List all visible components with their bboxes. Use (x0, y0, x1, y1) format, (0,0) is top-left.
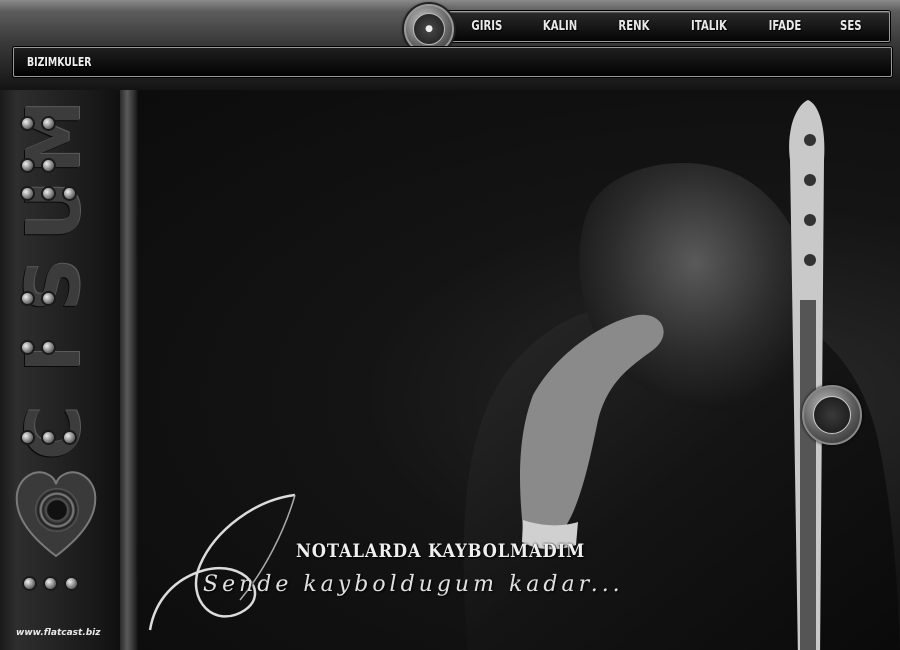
rivet-row (22, 342, 54, 353)
rivet-icon (22, 118, 33, 129)
rivet-icon (43, 160, 54, 171)
rivet-icon (43, 293, 54, 304)
rivet-row (22, 188, 75, 199)
rivet-icon (43, 432, 54, 443)
rivet-row (22, 432, 75, 443)
speaker-heart-icon (13, 466, 99, 560)
rivet-row (22, 118, 54, 129)
rivet-icon (64, 432, 75, 443)
rivet-icon (43, 188, 54, 199)
banner-subtitle: Sende kayboldugum kadar... (203, 572, 624, 597)
breadcrumb: BIZIMKULER (13, 47, 892, 77)
logo-badge-inner: ● (413, 13, 445, 45)
rivet-row (22, 293, 54, 304)
rivet-icon (66, 578, 77, 589)
breadcrumb-link[interactable]: BIZIMKULER (27, 55, 91, 69)
rivet-icon (43, 118, 54, 129)
guitar-neck (789, 100, 825, 650)
rivet-icon (45, 578, 56, 589)
menu-item-ifade[interactable]: IFADE (768, 19, 801, 34)
flourish-icon (148, 493, 296, 631)
menu-item-giris[interactable]: GIRIS (471, 19, 502, 34)
music-letters: M U S I C (11, 100, 97, 460)
rivet-row (24, 578, 77, 589)
rivet-icon (22, 432, 33, 443)
watermark-badge-inner (813, 396, 851, 434)
menu-item-kalin[interactable]: KALIN (543, 19, 577, 34)
menu-item-renk[interactable]: RENK (619, 19, 650, 34)
rivet-icon (22, 188, 33, 199)
credit-link[interactable]: www.flatcast.biz (16, 628, 101, 638)
rivet-icon (22, 160, 33, 171)
rivet-icon (64, 188, 75, 199)
rivet-row (22, 160, 54, 171)
banner-title: NOTALARDA KAYBOLMADIM (296, 540, 586, 562)
rivet-icon (22, 342, 33, 353)
menu-item-italik[interactable]: ITALIK (691, 19, 727, 34)
side-rail (120, 90, 138, 650)
watermark-badge-icon (802, 385, 862, 445)
main-menu: GIRIS KALIN RENK ITALIK IFADE SES (442, 11, 890, 42)
rivet-icon (43, 342, 54, 353)
rivet-icon (24, 578, 35, 589)
rivet-icon (22, 293, 33, 304)
speaker-icon (35, 488, 79, 532)
menu-item-ses[interactable]: SES (840, 19, 862, 34)
